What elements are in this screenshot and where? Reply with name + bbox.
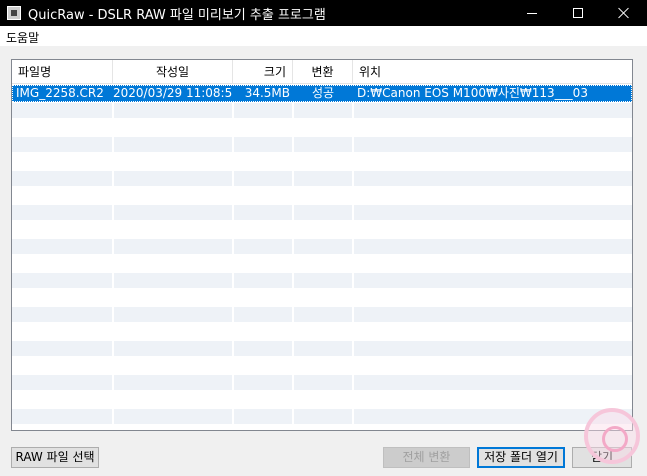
- empty-row: [12, 187, 632, 204]
- column-header-date[interactable]: 작성일: [113, 60, 233, 84]
- row-stripe: [12, 205, 112, 220]
- close-icon: [618, 7, 630, 19]
- empty-row: [12, 136, 632, 153]
- window-title: QuicRaw - DSLR RAW 파일 미리보기 추출 프로그램: [28, 8, 326, 23]
- row-stripe: [234, 273, 292, 288]
- row-stripe: [234, 137, 292, 152]
- row-stripe: [294, 171, 352, 186]
- row-stripe: [114, 239, 232, 254]
- row-stripe: [12, 375, 112, 390]
- menu-help[interactable]: 도움말: [6, 29, 39, 46]
- minimize-button[interactable]: [509, 0, 555, 26]
- table-row[interactable]: IMG_2258.CR2 2020/03/29 11:08:50 34.5MB …: [12, 85, 632, 102]
- row-stripe: [114, 307, 232, 322]
- empty-row: [12, 289, 632, 306]
- empty-row: [12, 204, 632, 221]
- column-header-status[interactable]: 변환: [293, 60, 353, 84]
- row-stripe: [114, 137, 232, 152]
- empty-row: [12, 153, 632, 170]
- row-stripe: [294, 409, 352, 424]
- convert-all-button[interactable]: 전체 변환: [383, 447, 470, 468]
- empty-row: [12, 408, 632, 425]
- maximize-button[interactable]: [555, 0, 601, 26]
- cell-status: 성공: [311, 86, 335, 100]
- empty-row: [12, 340, 632, 357]
- row-stripe: [12, 171, 112, 186]
- row-stripe: [12, 409, 112, 424]
- empty-row: [12, 306, 632, 323]
- row-stripe: [294, 239, 352, 254]
- empty-row: [12, 272, 632, 289]
- row-stripe: [234, 239, 292, 254]
- row-stripe: [234, 171, 292, 186]
- maximize-icon: [573, 8, 583, 18]
- row-stripe: [234, 375, 292, 390]
- row-stripe: [294, 273, 352, 288]
- row-stripe: [114, 103, 232, 118]
- empty-row: [12, 374, 632, 391]
- empty-row: [12, 238, 632, 255]
- row-stripe: [354, 103, 632, 118]
- column-header-size[interactable]: 크기: [233, 60, 293, 84]
- column-header-filename[interactable]: 파일명: [12, 60, 113, 84]
- empty-row: [12, 255, 632, 272]
- row-stripe: [354, 239, 632, 254]
- app-icon: [7, 6, 21, 20]
- row-stripe: [12, 103, 112, 118]
- list-header: 파일명 작성일 크기 변환 위치: [12, 60, 632, 84]
- row-stripe: [234, 341, 292, 356]
- row-stripe: [12, 273, 112, 288]
- row-stripe: [354, 273, 632, 288]
- row-stripe: [114, 171, 232, 186]
- row-stripe: [354, 375, 632, 390]
- cursor-highlight-icon: [584, 408, 640, 464]
- row-stripe: [294, 307, 352, 322]
- empty-row: [12, 391, 632, 408]
- row-stripe: [354, 341, 632, 356]
- row-stripe: [114, 273, 232, 288]
- file-list[interactable]: 파일명 작성일 크기 변환 위치 IMG_2258.CR2 2020/03/29…: [11, 59, 633, 431]
- cell-date: 2020/03/29 11:08:50: [113, 86, 233, 100]
- row-stripe: [114, 409, 232, 424]
- menu-bar: 도움말: [0, 26, 647, 46]
- minimize-icon: [527, 12, 537, 14]
- open-save-folder-button[interactable]: 저장 폴더 열기: [477, 447, 565, 468]
- empty-row: [12, 357, 632, 374]
- row-stripe: [12, 307, 112, 322]
- cell-filename: IMG_2258.CR2: [16, 86, 104, 100]
- select-raw-button[interactable]: RAW 파일 선택: [11, 447, 99, 468]
- row-stripe: [354, 205, 632, 220]
- row-stripe: [234, 409, 292, 424]
- row-stripe: [294, 103, 352, 118]
- close-window-button[interactable]: [601, 0, 647, 26]
- row-stripe: [354, 171, 632, 186]
- row-stripe: [12, 137, 112, 152]
- empty-row: [12, 323, 632, 340]
- row-stripe: [294, 205, 352, 220]
- cell-location: D:₩Canon EOS M100₩사진₩113___03: [357, 86, 588, 100]
- empty-row: [12, 119, 632, 136]
- empty-row: [12, 102, 632, 119]
- row-stripe: [354, 307, 632, 322]
- cell-size: 34.5MB: [244, 86, 290, 100]
- row-stripe: [354, 137, 632, 152]
- row-stripe: [12, 239, 112, 254]
- row-stripe: [114, 341, 232, 356]
- row-stripe: [114, 205, 232, 220]
- empty-row: [12, 170, 632, 187]
- row-stripe: [294, 375, 352, 390]
- row-stripe: [294, 137, 352, 152]
- empty-row: [12, 221, 632, 238]
- row-stripe: [12, 341, 112, 356]
- row-stripe: [294, 341, 352, 356]
- row-stripe: [234, 307, 292, 322]
- row-stripe: [114, 375, 232, 390]
- row-stripe: [234, 103, 292, 118]
- row-stripe: [234, 205, 292, 220]
- column-header-location[interactable]: 위치: [353, 60, 632, 84]
- title-bar: QuicRaw - DSLR RAW 파일 미리보기 추출 프로그램: [0, 0, 647, 26]
